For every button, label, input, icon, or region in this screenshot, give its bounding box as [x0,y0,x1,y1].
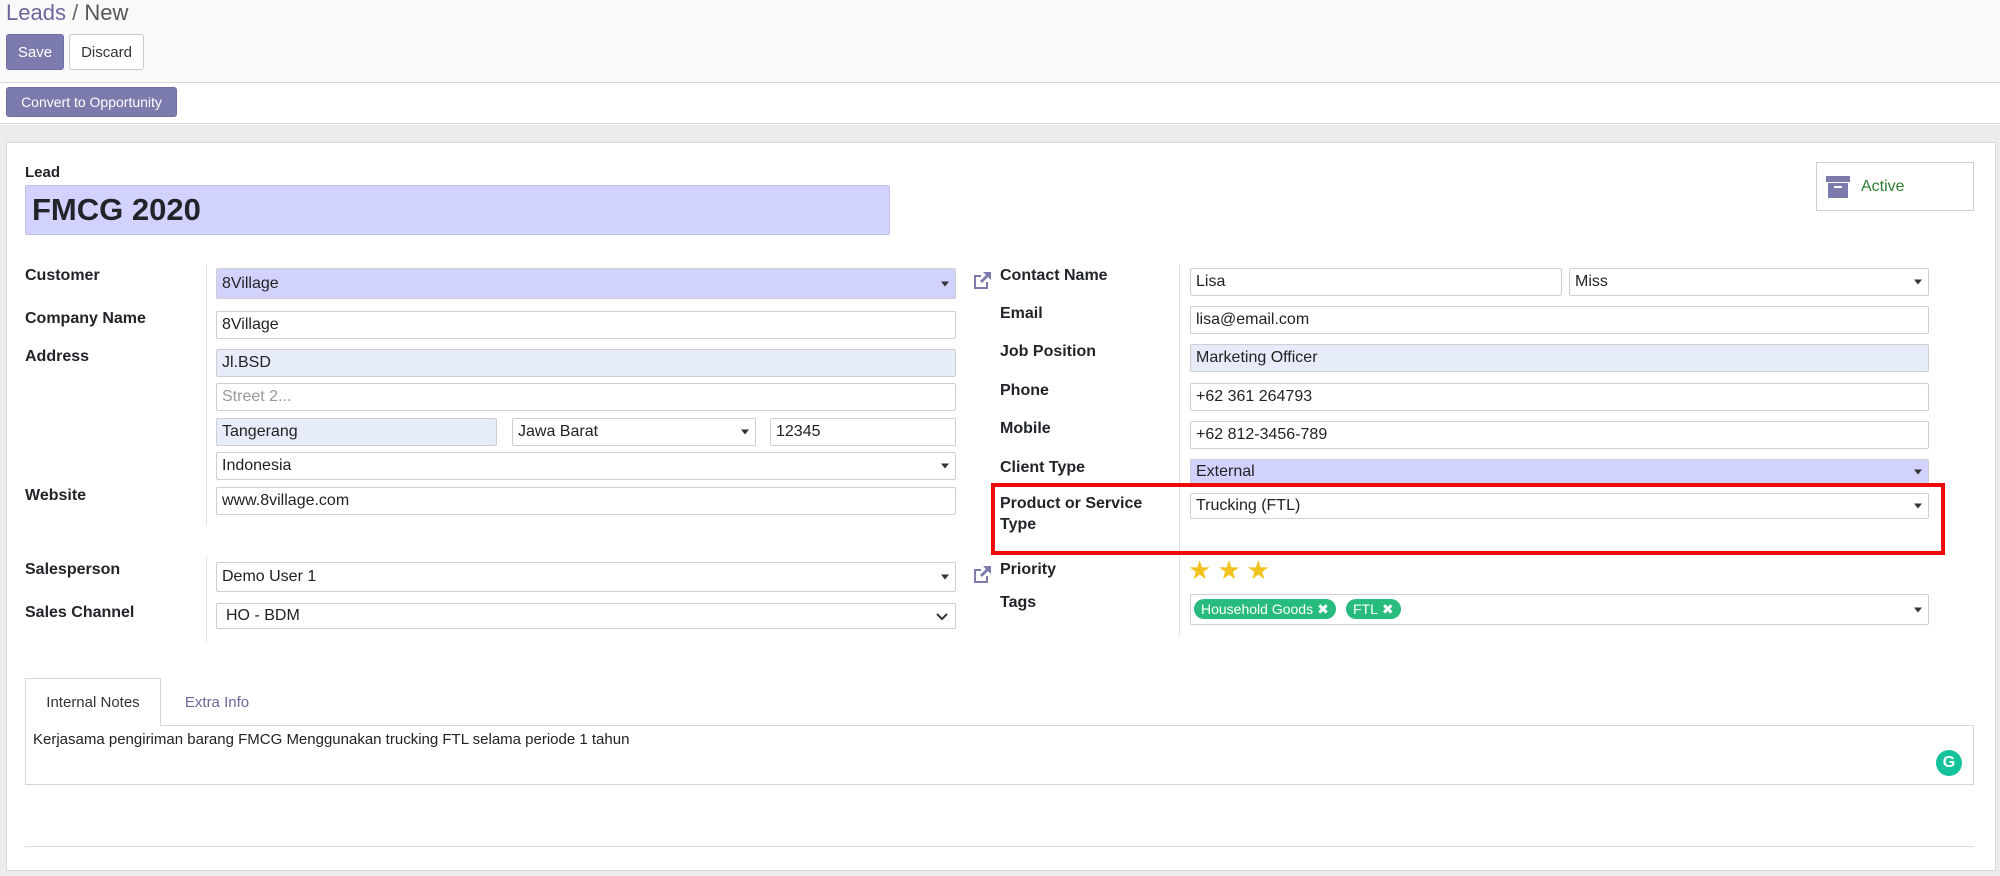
external-link-icon[interactable] [970,269,994,293]
discard-button[interactable]: Discard [69,34,144,70]
star-icon[interactable]: ★ [1247,557,1270,583]
active-label: Active [1861,177,1905,195]
grammarly-icon[interactable]: G [1936,750,1962,776]
sales-channel-label: Sales Channel [25,604,135,621]
state-value: Jawa Barat [518,423,599,440]
left-group-divider [206,265,207,525]
phone-label: Phone [1000,382,1049,399]
tag-label: FTL [1353,601,1378,617]
client-type-value: External [1196,463,1255,480]
chevron-down-icon [941,463,949,469]
email-label: Email [1000,305,1043,322]
active-toggle-button[interactable]: Active [1816,162,1974,211]
tag-badge: FTL ✖ [1346,599,1401,619]
website-label: Website [25,487,87,504]
phone-input[interactable]: +62 361 264793 [1190,383,1929,411]
tab-extra-info[interactable]: Extra Info [162,678,272,726]
zip-input[interactable]: 12345 [770,418,956,446]
breadcrumb: Leads / New [6,0,128,26]
mobile-label: Mobile [1000,420,1051,437]
chevron-down-icon [936,613,948,621]
statusbar: Convert to Opportunity [0,84,2000,124]
lead-section-label: Lead [25,164,61,181]
sales-channel-value: HO - BDM [226,607,300,624]
star-icon[interactable]: ★ [1217,557,1240,583]
customer-select[interactable]: 8Village [216,268,956,299]
client-type-select[interactable]: External [1190,459,1929,485]
highlight-box [991,483,1945,555]
email-input[interactable]: lisa@email.com [1190,306,1929,334]
priority-stars: ★ ★ ★ [1188,557,1270,583]
job-position-label: Job Position [1000,343,1096,360]
country-value: Indonesia [222,457,292,474]
remove-tag-icon[interactable]: ✖ [1382,601,1394,618]
job-position-input[interactable]: Marketing Officer [1190,344,1929,372]
company-name-input[interactable]: 8Village [216,311,956,339]
divider [25,846,1974,847]
chevron-down-icon [1914,279,1922,285]
priority-label: Priority [1000,561,1057,578]
chevron-down-icon [941,574,949,580]
external-link-icon[interactable] [970,563,994,587]
star-icon[interactable]: ★ [1188,557,1211,583]
internal-notes-textarea[interactable]: Kerjasama pengiriman barang FMCG Menggun… [25,725,1974,785]
customer-value: 8Village [222,274,279,292]
country-select[interactable]: Indonesia [216,452,956,480]
tab-internal-notes[interactable]: Internal Notes [25,678,161,726]
state-select[interactable]: Jawa Barat [512,418,756,446]
salesperson-value: Demo User 1 [222,568,317,585]
right-group-divider [1179,265,1180,635]
chevron-down-icon [741,429,749,435]
breadcrumb-current: New [84,0,129,25]
street-input[interactable]: Jl.BSD [216,349,956,377]
breadcrumb-separator: / [72,0,79,25]
website-input[interactable]: www.8village.com [216,487,956,515]
customer-label: Customer [25,267,100,284]
tag-badge: Household Goods ✖ [1194,599,1336,619]
chevron-down-icon [1914,469,1922,475]
mobile-input[interactable]: +62 812-3456-789 [1190,421,1929,449]
tag-label: Household Goods [1201,601,1314,617]
client-type-label: Client Type [1000,459,1086,476]
salesperson-label: Salesperson [25,561,121,578]
salesperson-select[interactable]: Demo User 1 [216,562,956,592]
street2-input[interactable]: Street 2... [216,383,956,411]
control-panel: Leads / New Save Discard [0,0,2000,83]
contact-name-label: Contact Name [1000,267,1108,284]
left-group2-divider [206,557,207,642]
city-input[interactable]: Tangerang [216,418,497,446]
contact-title-select[interactable]: Miss [1569,268,1929,296]
lead-title-input[interactable]: FMCG 2020 [25,185,890,235]
save-button[interactable]: Save [6,34,64,70]
archive-icon [1826,175,1850,198]
convert-to-opportunity-button[interactable]: Convert to Opportunity [6,87,177,117]
tags-label: Tags [1000,594,1037,611]
street2-placeholder: Street 2... [222,388,292,405]
contact-title-value: Miss [1575,273,1608,290]
breadcrumb-leads-link[interactable]: Leads [6,0,66,25]
sales-channel-select[interactable]: HO - BDM [216,603,956,629]
address-label: Address [25,348,90,365]
remove-tag-icon[interactable]: ✖ [1317,601,1329,618]
chevron-down-icon [941,281,949,286]
company-name-label: Company Name [25,310,146,327]
contact-name-input[interactable]: Lisa [1190,268,1562,296]
chevron-down-icon [1914,607,1922,612]
